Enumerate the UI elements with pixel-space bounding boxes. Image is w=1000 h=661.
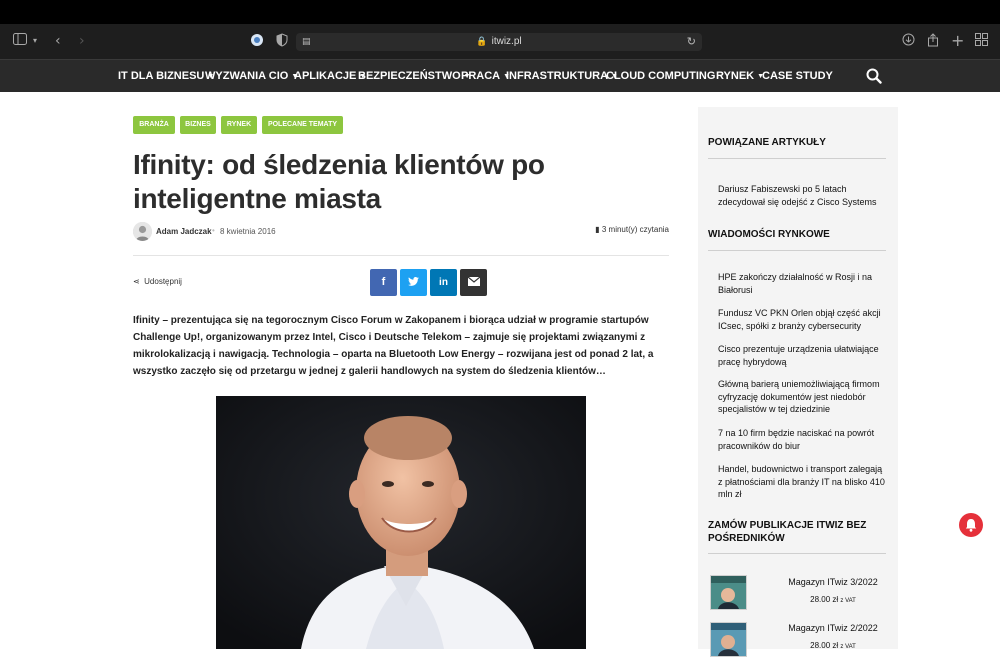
twitter-icon — [408, 277, 419, 286]
search-icon[interactable] — [866, 68, 882, 84]
publish-date: 8 kwietnia 2016 — [220, 227, 276, 236]
product-title[interactable]: Magazyn ITwiz 3/2022 — [778, 577, 888, 587]
sidebar-icon[interactable] — [13, 33, 27, 49]
share-bar: ⋖ Udostępnij f in — [133, 269, 669, 296]
share-label: ⋖ Udostępnij — [133, 277, 182, 286]
magazine-cover-3-2022[interactable] — [710, 575, 747, 610]
market-news-heading: WIADOMOŚCI RYNKOWE — [708, 229, 830, 240]
market-news-link[interactable]: 7 na 10 firm będzie naciskać na powrót p… — [718, 427, 888, 452]
article-title: Ifinity: od śledzenia klientów po inteli… — [133, 149, 545, 214]
nav-item-case-study[interactable]: CASE STUDY — [762, 60, 833, 93]
chevron-down-icon[interactable]: ▾ — [33, 33, 37, 49]
nav-item-aplikacje[interactable]: APLIKACJE ▼ — [294, 60, 366, 93]
related-article-link[interactable]: Dariusz Fabiszewski po 5 latach zdecydow… — [718, 183, 888, 208]
heading-rule — [708, 250, 886, 251]
avatar[interactable] — [133, 222, 152, 241]
market-news-link[interactable]: Główną barierą uniemożliwiającą firmom c… — [718, 378, 888, 416]
linkedin-share-button[interactable]: in — [430, 269, 457, 296]
facebook-share-button[interactable]: f — [370, 269, 397, 296]
magazine-cover-2-2022[interactable] — [710, 622, 747, 657]
lock-icon: 🔒 — [476, 37, 488, 47]
meta-divider — [133, 255, 669, 256]
page-icon: ▤ — [302, 37, 311, 47]
nav-item-rynek[interactable]: RYNEK ▼ — [716, 60, 764, 93]
meta-separator: • — [212, 226, 215, 235]
tabs-overview-icon[interactable] — [975, 33, 988, 50]
browser-toolbar: ▾ ‹ › ▤ 🔒 itwiz.pl ↻ + — [0, 24, 1000, 59]
shield-icon[interactable] — [276, 33, 288, 51]
url-text: itwiz.pl — [491, 36, 522, 47]
market-news-link[interactable]: Handel, budownictwo i transport zalegają… — [718, 463, 888, 501]
facebook-icon: f — [381, 276, 386, 288]
tag-biznes[interactable]: BIZNES — [180, 116, 216, 134]
bookmark-icon: ▮ — [595, 225, 600, 234]
address-bar[interactable]: ▤ 🔒 itwiz.pl ↻ — [296, 33, 702, 51]
email-share-button[interactable] — [460, 269, 487, 296]
product-price: 28.00 zł z VAT — [810, 595, 856, 604]
tag-branza[interactable]: BRANŻA — [133, 116, 175, 134]
sidebar: POWIĄZANE ARTYKUŁY Dariusz Fabiszewski p… — [698, 107, 898, 657]
nav-item-infrastruktura[interactable]: INFRASTRUKTURA ▼ — [506, 60, 618, 93]
market-news-link[interactable]: HPE zakończy działalność w Rosji i na Bi… — [718, 271, 888, 296]
product-title[interactable]: Magazyn ITwiz 2/2022 — [778, 623, 888, 633]
forward-icon[interactable]: › — [79, 33, 85, 49]
site-nav: IT DLA BIZNESU ▼ WYZWANIA CIO ▼ APLIKACJE ▼… — [0, 59, 1000, 92]
order-publications-heading: ZAMÓW PUBLIKACJE ITWIZ BEZ POŚREDNIKÓW — [708, 520, 867, 544]
reload-icon[interactable]: ↻ — [687, 33, 696, 51]
nav-item-bezpieczenstwo[interactable]: BEZPIECZEŃSTWO ▼ — [358, 60, 471, 93]
heading-rule — [708, 158, 886, 159]
new-tab-icon[interactable]: + — [951, 33, 964, 49]
list-marker — [708, 197, 709, 198]
article-lead: Ifinity – prezentująca się na tegoroczny… — [133, 315, 654, 377]
linkedin-icon: in — [439, 277, 448, 288]
page-content: BRANŻA BIZNES RYNEK POLECANE TEMATY Ifin… — [0, 92, 1000, 657]
nav-item-wyzwania-cio[interactable]: WYZWANIA CIO ▼ — [205, 60, 298, 93]
tag-rynek[interactable]: RYNEK — [221, 116, 257, 134]
nav-item-praca[interactable]: PRACA ▼ — [461, 60, 510, 93]
nav-item-it-dla-biznesu[interactable]: IT DLA BIZNESU ▼ — [118, 60, 214, 93]
related-articles-heading: POWIĄZANE ARTYKUŁY — [708, 137, 826, 148]
email-icon — [467, 276, 480, 286]
twitter-share-button[interactable] — [400, 269, 427, 296]
market-news-link[interactable]: Cisco prezentuje urządzenia ułatwiające … — [718, 343, 888, 368]
download-icon[interactable] — [902, 33, 915, 50]
bell-icon[interactable] — [959, 513, 983, 537]
article-meta: Adam Jadczak • 8 kwietnia 2016 ▮ 3 minut… — [133, 222, 669, 242]
heading-rule — [708, 553, 886, 554]
share-icon: ⋖ — [133, 277, 140, 286]
nav-item-cloud-computing[interactable]: CLOUD COMPUTING — [606, 60, 715, 93]
share-icon[interactable] — [927, 33, 939, 51]
system-top-bar — [0, 0, 1000, 24]
article-photo — [216, 396, 586, 649]
back-icon[interactable]: ‹ — [55, 33, 61, 49]
read-time: ▮ 3 minut(y) czytania — [595, 225, 669, 234]
author-name[interactable]: Adam Jadczak — [156, 227, 212, 236]
tag-polecane-tematy[interactable]: POLECANE TEMATY — [262, 116, 343, 134]
extension-icon[interactable] — [250, 33, 264, 51]
market-news-link[interactable]: Fundusz VC PKN Orlen objął część akcji I… — [718, 307, 888, 332]
